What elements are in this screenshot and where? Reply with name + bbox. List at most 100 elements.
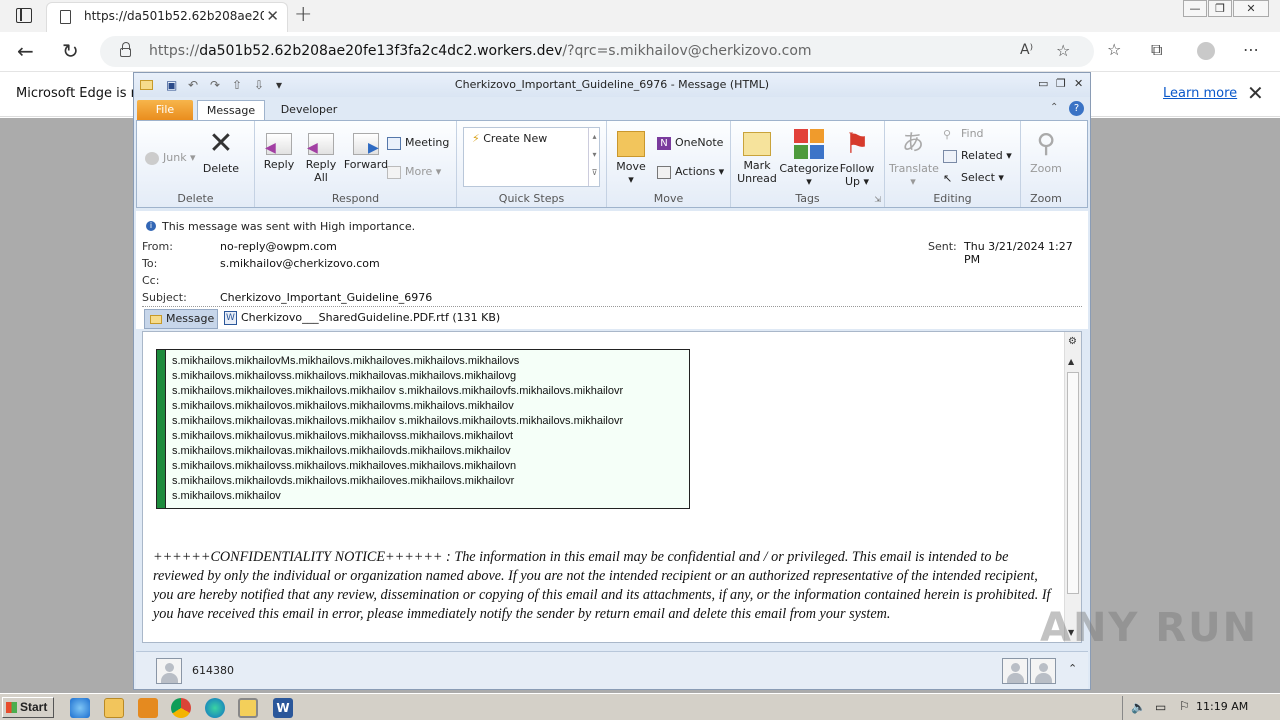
- new-tab-button[interactable]: +: [294, 2, 312, 27]
- back-icon[interactable]: ←: [17, 39, 34, 63]
- message-body: s.mikhailovs.mikhailovMs.mikhailovs.mikh…: [142, 331, 1082, 643]
- outlook-envelope-icon: [140, 80, 153, 90]
- tab-developer[interactable]: Developer: [274, 100, 344, 121]
- outlook-taskbar-icon[interactable]: [238, 698, 258, 718]
- to-label: To:: [142, 257, 158, 270]
- group-label: Editing: [933, 192, 972, 205]
- start-button[interactable]: Start: [2, 697, 54, 718]
- infobar-close-icon[interactable]: ✕: [1247, 81, 1264, 105]
- ol-minimize-icon[interactable]: ▭: [1038, 77, 1048, 90]
- address-bar[interactable]: https://da501b52.62b208ae20fe13f3fa2c4dc…: [100, 36, 1094, 67]
- profile-avatar[interactable]: [1197, 42, 1215, 60]
- word-taskbar-icon[interactable]: W: [273, 698, 293, 718]
- down-arrow-icon[interactable]: ⇩: [254, 78, 264, 92]
- mark-unread-button[interactable]: Mark Unread: [733, 129, 781, 185]
- contact-name[interactable]: 614380: [192, 664, 234, 677]
- collapse-ribbon-icon[interactable]: ⌃: [1050, 102, 1058, 113]
- gallery-scroll[interactable]: ▴ ▾ ⊽: [588, 128, 600, 186]
- delete-button[interactable]: ✕ Delete: [199, 129, 243, 176]
- find-button[interactable]: ⚲ Find: [943, 127, 984, 141]
- action-center-flag-icon[interactable]: ⚐: [1179, 699, 1190, 713]
- junk-button[interactable]: Junk ▾: [145, 151, 196, 165]
- edge-icon[interactable]: [205, 698, 225, 718]
- related-icon: [943, 149, 957, 163]
- tab-file[interactable]: File: [137, 100, 193, 121]
- network-icon[interactable]: ▭: [1155, 700, 1166, 714]
- scroll-settings-icon[interactable]: ⚙: [1068, 336, 1077, 347]
- meeting-button[interactable]: Meeting: [387, 136, 449, 150]
- message-view-tab[interactable]: Message: [144, 309, 218, 329]
- settings-more-icon[interactable]: ⋯: [1243, 40, 1259, 59]
- reply-icon: ◀: [265, 133, 292, 155]
- reply-all-button[interactable]: ◀ Reply All: [301, 129, 341, 184]
- up-arrow-icon[interactable]: ⇧: [232, 78, 242, 92]
- scroll-up-icon[interactable]: ▲: [1068, 357, 1074, 366]
- chrome-icon[interactable]: [171, 698, 191, 718]
- add-favorite-icon[interactable]: ☆: [1056, 41, 1070, 60]
- from-value[interactable]: no-reply@owpm.com: [220, 240, 337, 253]
- ol-restore-icon[interactable]: ❐: [1056, 77, 1066, 90]
- quick-steps-gallery[interactable]: ⚡ Create New ▴ ▾ ⊽: [463, 127, 600, 187]
- redo-icon[interactable]: ↷: [210, 78, 220, 92]
- actions-button[interactable]: Actions ▾: [657, 165, 724, 179]
- media-player-icon[interactable]: [138, 698, 158, 718]
- save-icon[interactable]: ▣: [166, 78, 177, 92]
- message-header: i This message was sent with High import…: [136, 211, 1088, 329]
- lock-icon[interactable]: [120, 42, 131, 57]
- minimize-button[interactable]: —: [1183, 0, 1207, 17]
- volume-icon[interactable]: 🔈: [1131, 700, 1146, 714]
- create-new-quickstep[interactable]: ⚡ Create New: [472, 132, 547, 145]
- contact-avatar[interactable]: [1002, 658, 1028, 684]
- zoom-button[interactable]: ⚲ Zoom: [1025, 129, 1067, 175]
- close-tab-icon[interactable]: ✕: [266, 7, 279, 25]
- info-icon: i: [146, 221, 156, 231]
- outlook-message-window: Cherkizovo_Important_Guideline_6976 - Me…: [133, 72, 1091, 690]
- more-respond-button[interactable]: More ▾: [387, 165, 441, 179]
- help-icon[interactable]: ?: [1069, 101, 1084, 116]
- attachment[interactable]: W Cherkizovo___SharedGuideline.PDF.rtf (1…: [224, 311, 500, 325]
- learn-more-link[interactable]: Learn more: [1163, 86, 1237, 101]
- read-aloud-icon[interactable]: A⁾: [1020, 42, 1033, 58]
- onenote-button[interactable]: N OneNote: [657, 136, 723, 150]
- customize-qat-icon[interactable]: ▾: [276, 78, 282, 92]
- tab-actions-icon[interactable]: [16, 8, 32, 23]
- expand-people-icon[interactable]: ⌃: [1068, 662, 1077, 675]
- follow-up-button[interactable]: ⚑ Follow Up ▾: [837, 129, 877, 189]
- categorize-button[interactable]: Categorize ▾: [779, 129, 839, 188]
- tab-message[interactable]: Message: [197, 100, 265, 121]
- select-button[interactable]: ↖ Select ▾: [943, 171, 1004, 185]
- refresh-icon[interactable]: ↻: [62, 39, 79, 63]
- contact-avatar[interactable]: [1030, 658, 1056, 684]
- browser-tab[interactable]: https://da501b52.62b208ae20fe13 ✕: [46, 2, 288, 32]
- close-window-button[interactable]: ✕: [1233, 0, 1269, 17]
- scroll-thumb[interactable]: [1067, 372, 1079, 594]
- body-line: s.mikhailovs.mikhailovMs.mikhailovs.mikh…: [172, 355, 520, 367]
- body-line: s.mikhailovs.mikhailov: [172, 490, 281, 502]
- ribbon: Junk ▾ ✕ Delete Delete ◀ Reply ◀ Reply Al…: [136, 120, 1088, 208]
- translate-button[interactable]: あ Translate ▾: [889, 129, 939, 188]
- restore-button[interactable]: ❐: [1208, 0, 1232, 17]
- sent-value: Thu 3/21/2024 1:27 PM: [964, 240, 1073, 266]
- contact-avatar[interactable]: [156, 658, 182, 684]
- to-value[interactable]: s.mikhailov@cherkizovo.com: [220, 257, 380, 270]
- explorer-icon[interactable]: [104, 698, 124, 718]
- clock: 11:19 AM: [1196, 700, 1249, 713]
- ol-close-icon[interactable]: ✕: [1074, 77, 1083, 90]
- collections-icon[interactable]: ⧉: [1151, 40, 1162, 60]
- group-zoom: ⚲ Zoom Zoom: [1021, 121, 1071, 207]
- related-button[interactable]: Related ▾: [943, 149, 1012, 163]
- magnifier-icon: ⚲: [1036, 129, 1056, 159]
- group-label: Zoom: [1030, 192, 1062, 205]
- url-text[interactable]: https://da501b52.62b208ae20fe13f3fa2c4dc…: [149, 43, 812, 59]
- reply-button[interactable]: ◀ Reply: [259, 129, 299, 171]
- infobar-message: Microsoft Edge is n: [16, 86, 139, 101]
- undo-icon[interactable]: ↶: [188, 78, 198, 92]
- tab-title: https://da501b52.62b208ae20fe13: [84, 9, 264, 23]
- move-button[interactable]: Move ▾: [611, 129, 651, 186]
- forward-button[interactable]: ▶ Forward: [343, 129, 389, 171]
- junk-icon: [145, 151, 159, 165]
- ie-icon[interactable]: [70, 698, 90, 718]
- move-folder-icon: [617, 131, 645, 157]
- favorites-icon[interactable]: ☆: [1107, 40, 1121, 59]
- vertical-scrollbar[interactable]: ⚙ ▲ ▼: [1064, 332, 1081, 642]
